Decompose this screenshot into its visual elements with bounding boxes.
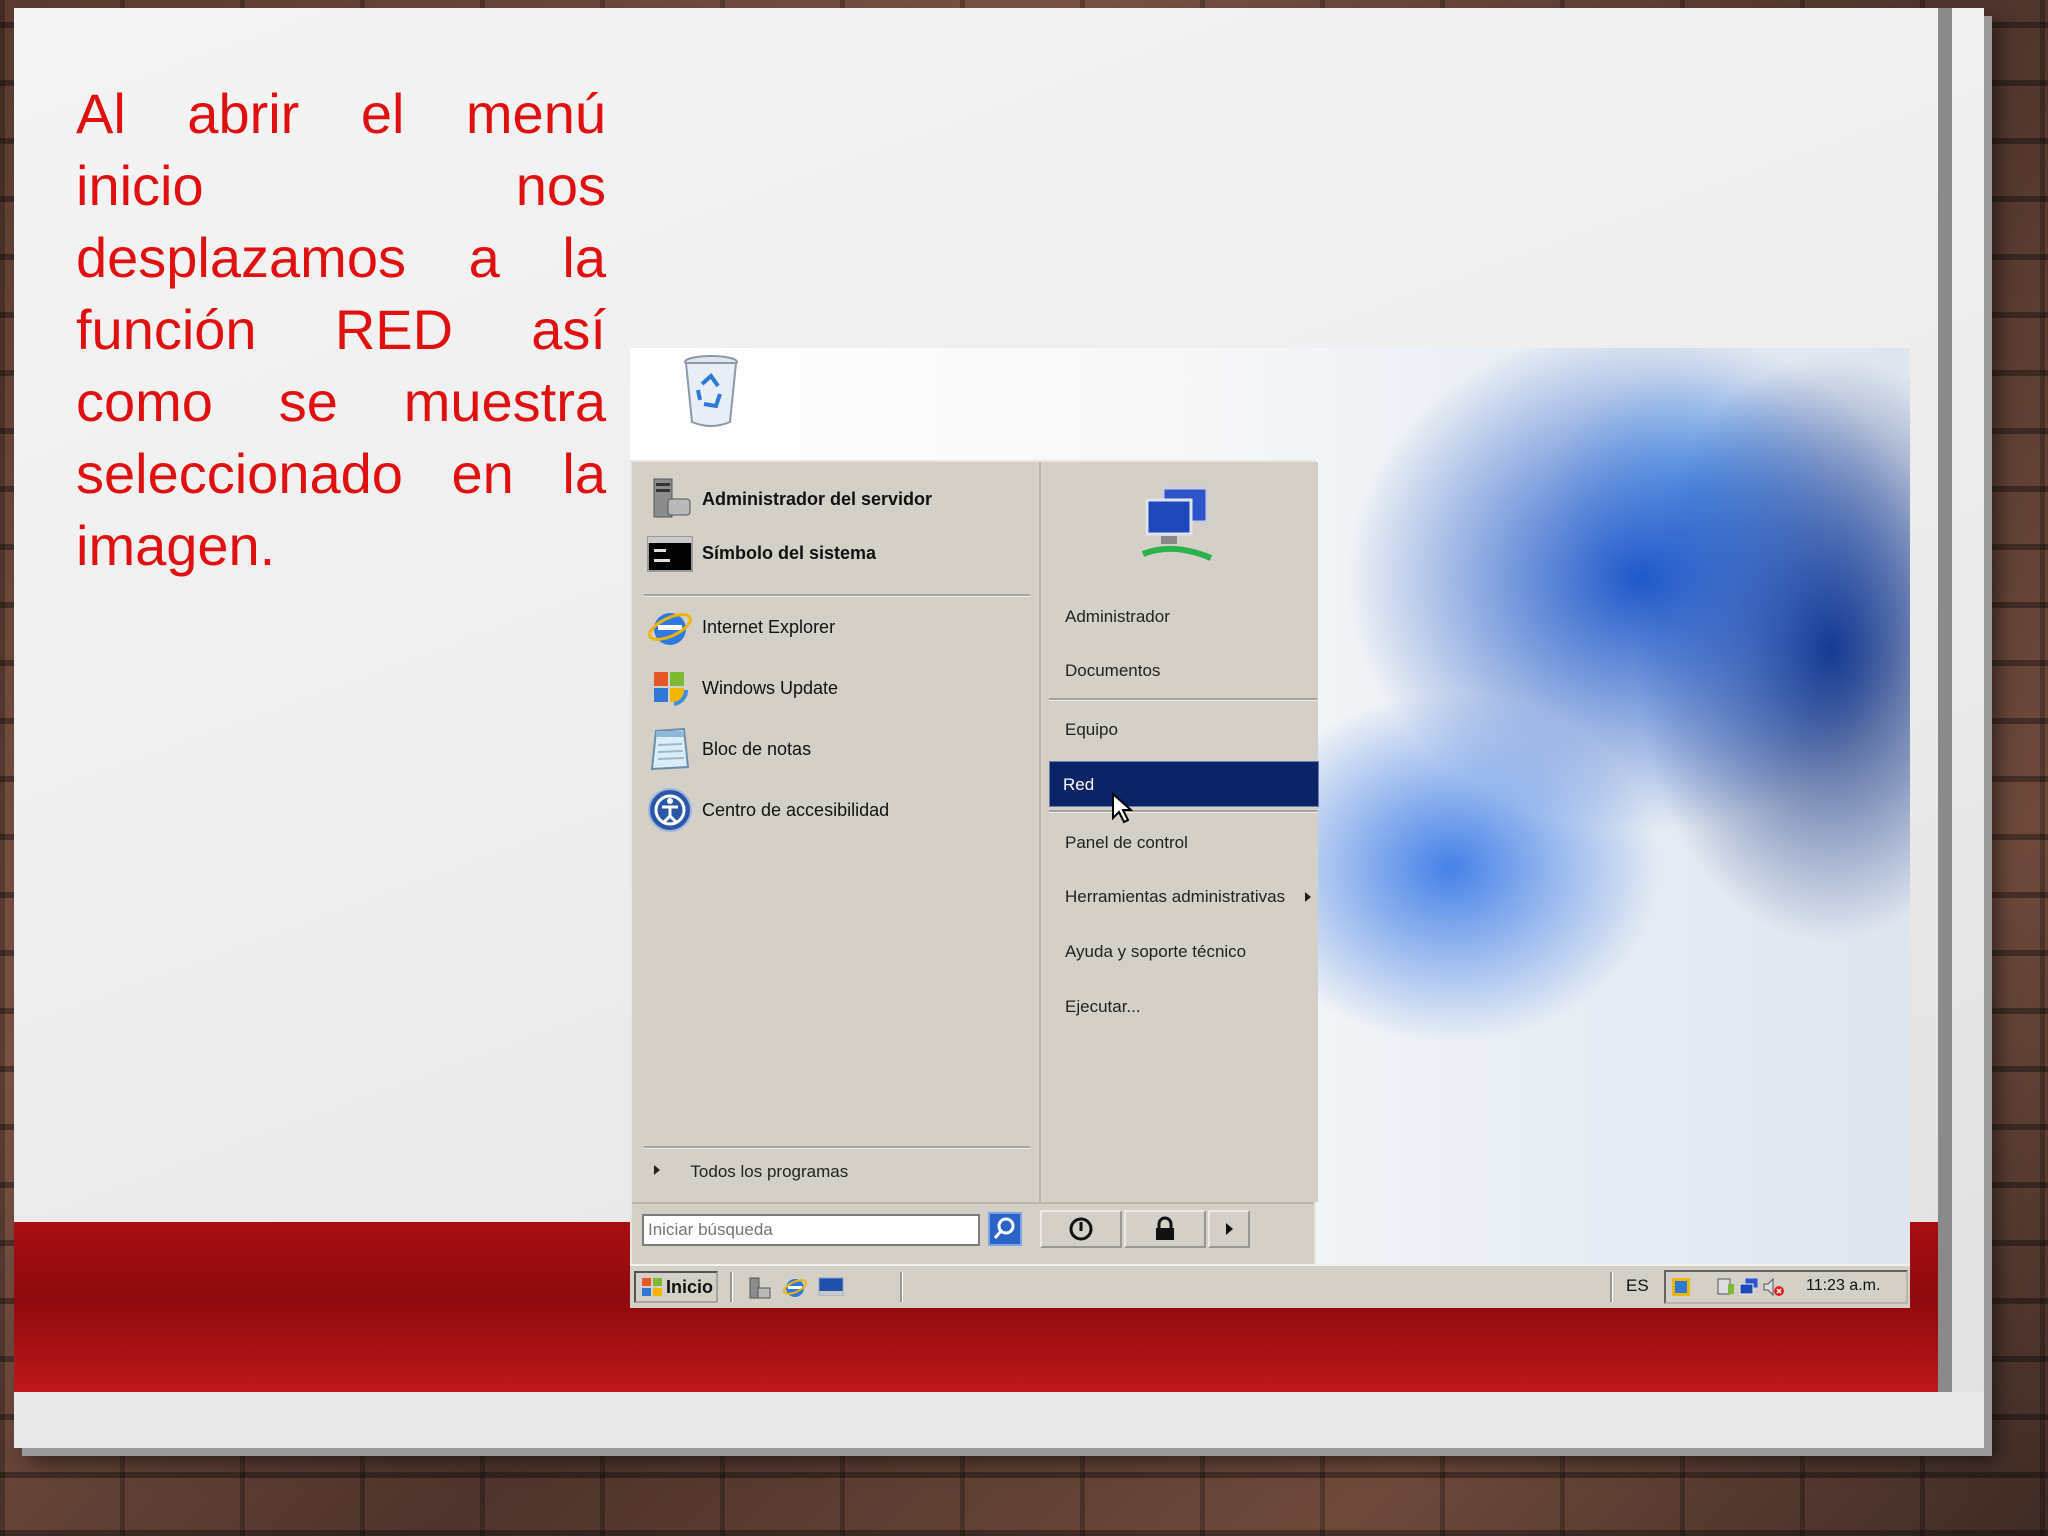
start-menu-bottom-bar xyxy=(632,1202,1314,1264)
pinned-label: Símbolo del sistema xyxy=(702,542,877,563)
recent-label: Bloc de notas xyxy=(702,738,812,759)
places-item-equipo[interactable]: Equipo xyxy=(1053,707,1317,753)
lock-icon xyxy=(1156,1216,1174,1240)
clock[interactable]: 11:23 a.m. xyxy=(1806,1277,1880,1295)
recent-windows-update[interactable]: Windows Update xyxy=(646,661,838,715)
accessibility-icon xyxy=(648,788,692,832)
slide-edge xyxy=(1938,8,1952,1396)
places-item-panel-de-control[interactable]: Panel de control xyxy=(1053,820,1317,866)
taskbar-separator xyxy=(730,1272,733,1302)
recent-notepad[interactable]: Bloc de notas xyxy=(646,722,811,776)
volume-muted-icon[interactable] xyxy=(1762,1276,1786,1298)
start-button[interactable]: Inicio xyxy=(634,1271,718,1303)
recycle-bin-icon[interactable] xyxy=(682,354,740,428)
search-input[interactable] xyxy=(642,1214,980,1246)
command-prompt-icon xyxy=(647,536,693,572)
recent-label: Centro de accesibilidad xyxy=(702,799,890,820)
power-icon xyxy=(1069,1217,1093,1241)
start-label: Inicio xyxy=(666,1276,714,1297)
places-item-label: Ejecutar... xyxy=(1065,997,1141,1016)
lock-button[interactable] xyxy=(1124,1210,1206,1248)
mouse-cursor-icon xyxy=(1112,792,1133,824)
recent-label: Windows Update xyxy=(702,677,839,698)
places-item-label: Ayuda y soporte técnico xyxy=(1065,942,1247,961)
shutdown-options-button[interactable] xyxy=(1208,1210,1250,1248)
power-button[interactable] xyxy=(1040,1210,1122,1248)
places-item-ejecutar[interactable]: Ejecutar... xyxy=(1053,984,1317,1030)
start-menu: Administrador del servidor Símbolo del s… xyxy=(630,460,1319,1264)
taskbar-separator xyxy=(900,1272,903,1302)
places-separator xyxy=(1049,698,1317,701)
places-item-label: Herramientas administrativas xyxy=(1065,887,1286,906)
safely-remove-hardware-icon[interactable] xyxy=(1714,1276,1736,1298)
slide-bottom-strip xyxy=(14,1392,1984,1448)
desktop-screenshot: Administrador del servidor Símbolo del s… xyxy=(630,348,1910,1308)
places-item-administrador[interactable]: Administrador xyxy=(1053,594,1317,640)
places-item-label: Equipo xyxy=(1065,720,1118,739)
places-item-documentos[interactable]: Documentos xyxy=(1053,648,1317,694)
chevron-right-icon xyxy=(654,1165,660,1175)
places-separator xyxy=(1049,810,1317,813)
places-item-red[interactable]: Red xyxy=(1049,761,1319,807)
places-item-label: Documentos xyxy=(1065,661,1161,680)
pinned-server-manager[interactable]: Administrador del servidor xyxy=(646,472,932,526)
all-programs-button[interactable]: Todos los programas xyxy=(646,1154,848,1190)
start-menu-programs-pane: Administrador del servidor Símbolo del s… xyxy=(632,462,1037,1202)
server-manager-icon[interactable] xyxy=(746,1276,772,1300)
recent-accessibility-center[interactable]: Centro de accesibilidad xyxy=(646,783,889,837)
search-icon xyxy=(993,1217,1015,1239)
places-item-label: Administrador xyxy=(1065,607,1170,626)
taskbar-separator xyxy=(1610,1272,1613,1302)
server-manager-icon xyxy=(653,478,691,518)
start-menu-places-pane: Administrador Documentos Equipo Red Pane… xyxy=(1039,462,1319,1202)
submenu-arrow-icon xyxy=(1305,892,1311,902)
all-programs-label: Todos los programas xyxy=(690,1162,849,1181)
network-icon[interactable] xyxy=(1738,1276,1760,1298)
notepad-icon xyxy=(650,727,690,771)
pinned-command-prompt[interactable]: Símbolo del sistema xyxy=(646,526,876,580)
presentation-slide: Al abrir el menú inicio nos desplazamos … xyxy=(14,8,1984,1448)
slide-text: Al abrir el menú inicio nos desplazamos … xyxy=(76,82,606,577)
recent-internet-explorer[interactable]: Internet Explorer xyxy=(646,600,835,654)
windows-logo-icon xyxy=(642,1278,662,1296)
action-center-icon[interactable] xyxy=(1670,1276,1692,1298)
internet-explorer-icon[interactable] xyxy=(782,1274,808,1300)
language-indicator[interactable]: ES xyxy=(1626,1276,1649,1296)
network-user-picture-icon xyxy=(1141,486,1213,561)
system-tray: 11:23 a.m. xyxy=(1664,1270,1908,1304)
places-item-herramientas-administrativas[interactable]: Herramientas administrativas xyxy=(1053,874,1317,920)
recent-label: Internet Explorer xyxy=(702,616,836,637)
places-item-label: Panel de control xyxy=(1065,833,1188,852)
chevron-right-icon xyxy=(1225,1223,1233,1235)
taskbar: Inicio ES 11:23 a.m. xyxy=(630,1264,1910,1308)
places-item-label: Red xyxy=(1063,775,1095,794)
windows-update-icon xyxy=(654,672,689,706)
places-item-ayuda[interactable]: Ayuda y soporte técnico xyxy=(1053,929,1317,975)
pinned-separator xyxy=(644,594,1030,597)
all-programs-separator xyxy=(644,1146,1030,1149)
pinned-label: Administrador del servidor xyxy=(702,488,933,509)
show-desktop-icon[interactable] xyxy=(818,1276,844,1298)
internet-explorer-icon xyxy=(648,613,692,645)
search-button[interactable] xyxy=(988,1212,1022,1246)
